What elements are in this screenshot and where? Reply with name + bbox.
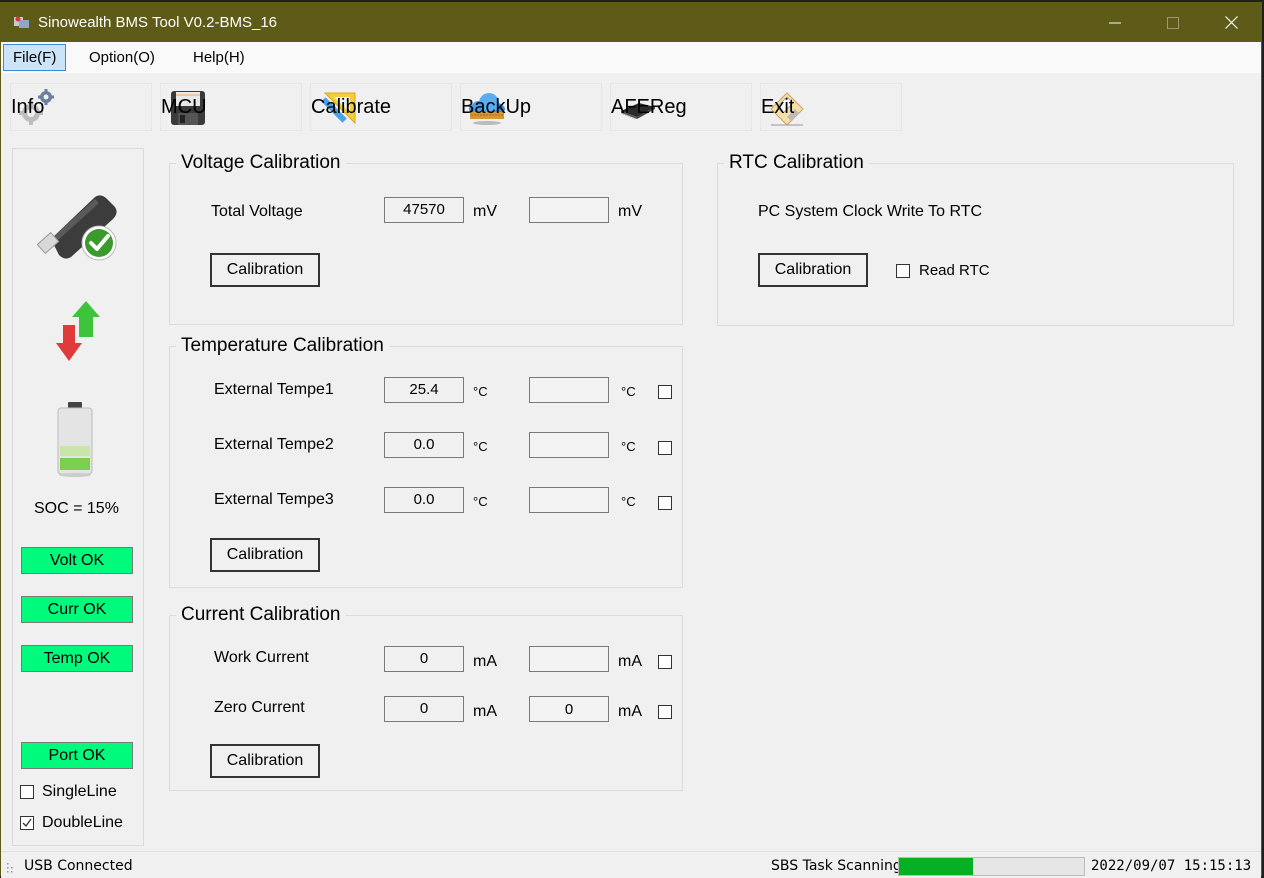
minimize-button[interactable]	[1086, 3, 1144, 42]
total-voltage-unit: mV	[473, 203, 497, 220]
usb-connected-icon	[37, 195, 117, 261]
checkmark-icon	[22, 818, 32, 828]
transfer-arrows-icon	[56, 301, 100, 361]
title-bar: Sinowealth BMS Tool V0.2-BMS_16	[1, 3, 1261, 42]
temp-status-badge: Temp OK	[21, 645, 133, 672]
zero-current-label: Zero Current	[214, 699, 305, 716]
close-button[interactable]	[1202, 3, 1260, 42]
read-rtc-label: Read RTC	[919, 262, 990, 279]
work-current-input-unit: mA	[618, 653, 642, 670]
toolbar: Info MCU Calibrate BackUp AFEReg Exit	[1, 81, 1261, 133]
rtc-calibration-button[interactable]: Calibration	[758, 253, 868, 287]
toolbar-info-button[interactable]: Info	[10, 83, 152, 131]
external-tempe2-value: 0.0	[384, 432, 464, 458]
zero-current-checkbox[interactable]	[658, 705, 672, 719]
minimize-icon	[1109, 22, 1121, 23]
total-voltage-input[interactable]	[529, 197, 609, 223]
toolbar-mcu-button[interactable]: MCU	[160, 83, 302, 131]
total-voltage-input-unit: mV	[618, 203, 642, 220]
external-tempe1-input[interactable]	[529, 377, 609, 403]
external-tempe1-input-unit: °C	[621, 384, 636, 399]
toolbar-afereg-label: AFEReg	[611, 95, 687, 118]
external-tempe3-input[interactable]	[529, 487, 609, 513]
external-tempe2-checkbox[interactable]	[658, 441, 672, 455]
doubleline-checkbox[interactable]	[20, 816, 34, 830]
task-progress-fill	[899, 858, 973, 875]
read-rtc-checkbox[interactable]	[896, 264, 910, 278]
connection-status: USB Connected	[24, 858, 133, 874]
external-tempe3-value: 0.0	[384, 487, 464, 513]
voltage-calibration-group: Voltage Calibration Total Voltage 47570 …	[169, 152, 683, 325]
voltage-calibration-button[interactable]: Calibration	[210, 253, 320, 287]
work-current-unit: mA	[473, 653, 497, 670]
work-current-checkbox[interactable]	[658, 655, 672, 669]
work-current-input[interactable]	[529, 646, 609, 672]
singleline-checkbox[interactable]	[20, 785, 34, 799]
datetime-display: 2022/09/07 15:15:13	[1091, 858, 1252, 874]
task-progress-bar	[898, 857, 1085, 876]
toolbar-backup-label: BackUp	[461, 95, 532, 118]
curr-status-badge: Curr OK	[21, 596, 133, 623]
volt-status-badge: Volt OK	[21, 547, 133, 574]
battery-icon	[57, 402, 93, 477]
menu-bar: File(F) Option(O) Help(H)	[1, 42, 1261, 73]
total-voltage-label: Total Voltage	[211, 203, 303, 220]
toolbar-info-label: Info	[11, 95, 45, 118]
toolbar-mcu-label: MCU	[161, 95, 207, 118]
zero-current-value: 0	[384, 696, 464, 722]
rtc-calibration-group: RTC Calibration PC System Clock Write To…	[717, 152, 1234, 326]
task-status: SBS Task Scanning	[771, 858, 902, 874]
doubleline-label: DoubleLine	[42, 814, 123, 831]
status-bar: USB Connected SBS Task Scanning 2022/09/…	[1, 851, 1261, 878]
port-status-badge: Port OK	[21, 742, 133, 769]
work-current-label: Work Current	[214, 649, 309, 666]
external-tempe3-unit: °C	[473, 494, 488, 509]
temperature-calibration-title: Temperature Calibration	[176, 335, 389, 357]
current-calibration-group: Current Calibration Work Current 0 mA mA…	[169, 604, 683, 791]
status-side-panel: SOC = 15% Volt OK Curr OK Temp OK Port O…	[12, 148, 144, 846]
menu-help[interactable]: Help(H)	[184, 44, 254, 71]
external-tempe2-input[interactable]	[529, 432, 609, 458]
soc-label: SOC = 15%	[34, 500, 119, 517]
menu-file[interactable]: File(F)	[3, 44, 67, 71]
toolbar-backup-button[interactable]: BackUp	[460, 83, 602, 131]
external-tempe1-value: 25.4	[384, 377, 464, 403]
window-title: Sinowealth BMS Tool V0.2-BMS_16	[38, 14, 278, 31]
toolbar-exit-label: Exit	[761, 95, 795, 118]
menu-option[interactable]: Option(O)	[80, 44, 164, 71]
external-tempe3-checkbox[interactable]	[658, 496, 672, 510]
external-tempe3-input-unit: °C	[621, 494, 636, 509]
maximize-button[interactable]	[1144, 3, 1202, 42]
app-icon	[14, 16, 29, 28]
singleline-label: SingleLine	[42, 783, 117, 800]
app-window: Sinowealth BMS Tool V0.2-BMS_16 File(F) …	[0, 2, 1262, 878]
work-current-value: 0	[384, 646, 464, 672]
temperature-calibration-group: Temperature Calibration External Tempe1 …	[169, 335, 683, 588]
rtc-description: PC System Clock Write To RTC	[758, 203, 983, 220]
external-tempe1-unit: °C	[473, 384, 488, 399]
external-tempe2-unit: °C	[473, 439, 488, 454]
external-tempe1-label: External Tempe1	[214, 381, 334, 398]
temperature-calibration-button[interactable]: Calibration	[210, 538, 320, 572]
external-tempe2-label: External Tempe2	[214, 436, 334, 453]
toolbar-exit-button[interactable]: Exit	[760, 83, 902, 131]
maximize-icon	[1167, 16, 1179, 29]
toolbar-calibrate-label: Calibrate	[311, 95, 392, 118]
current-calibration-title: Current Calibration	[176, 604, 346, 626]
zero-current-input[interactable]	[529, 696, 609, 722]
toolbar-calibrate-button[interactable]: Calibrate	[310, 83, 452, 131]
voltage-calibration-title: Voltage Calibration	[176, 152, 346, 174]
external-tempe3-label: External Tempe3	[214, 491, 334, 508]
rtc-calibration-title: RTC Calibration	[724, 152, 869, 174]
toolbar-afereg-button[interactable]: AFEReg	[610, 83, 752, 131]
current-calibration-button[interactable]: Calibration	[210, 744, 320, 778]
zero-current-unit: mA	[473, 703, 497, 720]
grip-icon	[7, 863, 13, 873]
external-tempe1-checkbox[interactable]	[658, 385, 672, 399]
close-icon	[1224, 16, 1238, 29]
external-tempe2-input-unit: °C	[621, 439, 636, 454]
total-voltage-value: 47570	[384, 197, 464, 223]
zero-current-input-unit: mA	[618, 703, 642, 720]
